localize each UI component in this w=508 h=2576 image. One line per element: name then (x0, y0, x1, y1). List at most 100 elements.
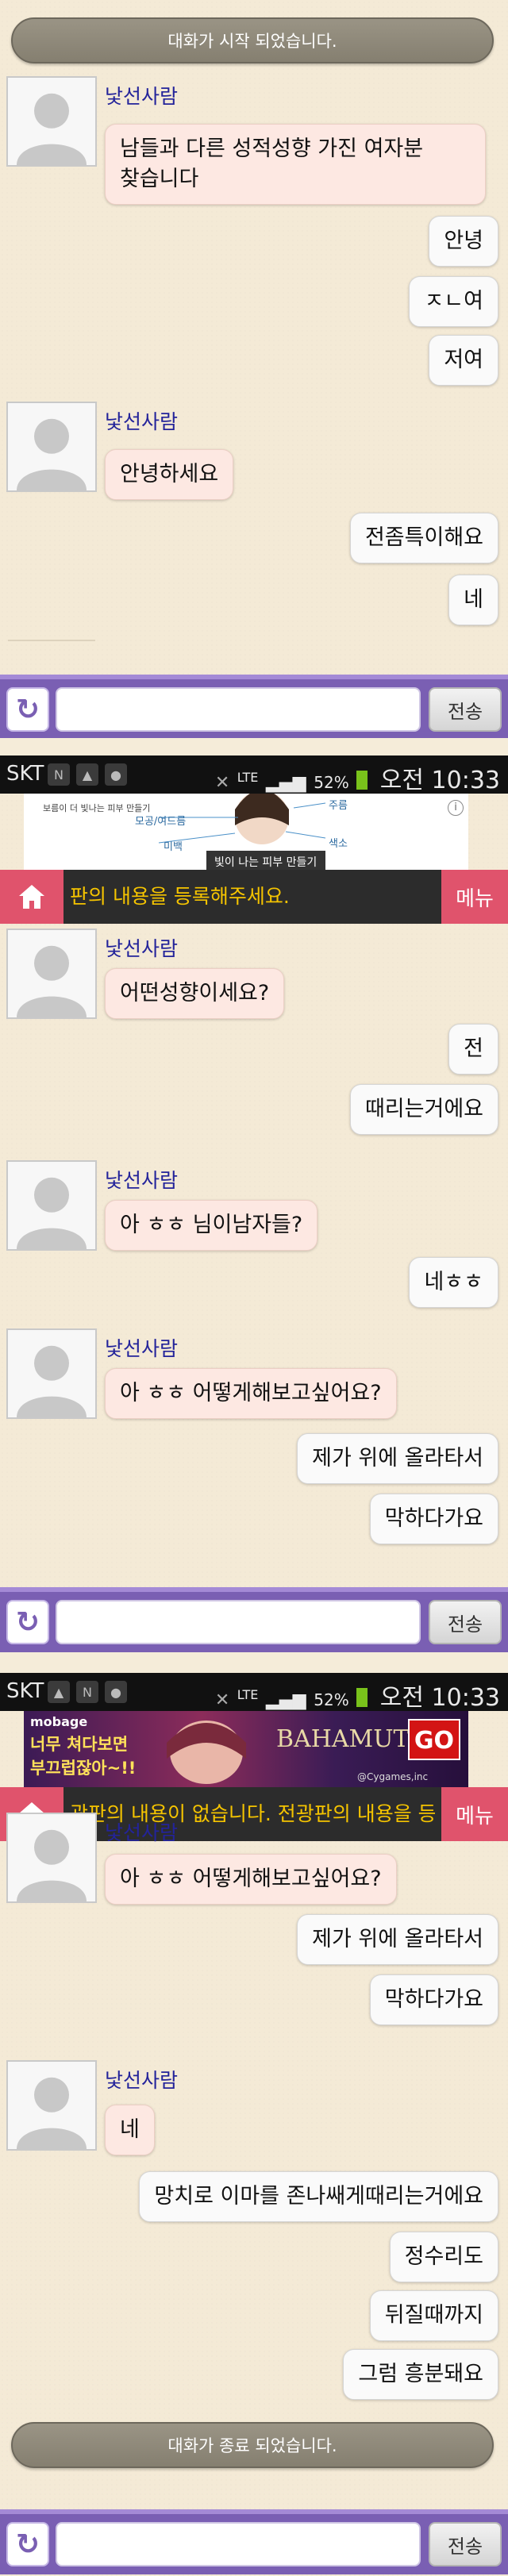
notice-bar: 판의 내용을 등록해주세요. 메뉴 (0, 870, 508, 924)
message-bubble-incoming: 네 (105, 2105, 155, 2155)
message-bubble-outgoing: 막하다가요 (369, 1494, 498, 1544)
default-user-icon (17, 945, 87, 1017)
ad-go-button[interactable]: GO (408, 1719, 460, 1760)
message-bubble-incoming: 안녕하세요 (105, 449, 234, 500)
message-bubble-outgoing: 안녕 (429, 216, 498, 267)
message-bubble-outgoing: 전 (448, 1024, 498, 1075)
network-label: LTE (237, 1687, 259, 1702)
ad-logo: BAHAMUT (276, 1725, 410, 1753)
battery-icon (356, 771, 368, 790)
screenshot-gap (0, 1652, 508, 1673)
sender-name: 낯선사람 (105, 2069, 179, 2092)
status-right: ✕ LTE ▂▄▆ 52% 오전 10:33 (215, 760, 500, 795)
message-bubble-outgoing: 전좀특이해요 (349, 513, 498, 563)
sender-name: 낯선사람 (105, 85, 179, 108)
message-input[interactable] (56, 2522, 421, 2566)
message-bubble-outgoing: 망치로 이마를 존나쌔게때리는거에요 (139, 2171, 498, 2222)
message-bubble-outgoing: 제가 위에 올라타서 (297, 1433, 498, 1484)
message-bubble-outgoing: 제가 위에 올라타서 (297, 1914, 498, 1965)
ad-label: 모공/여드름 (135, 816, 187, 828)
default-user-icon (17, 2077, 87, 2149)
naver-icon: N (76, 1681, 98, 1703)
refresh-button[interactable]: ↻ (6, 2522, 49, 2566)
message-text: 남들과 다른 성적성향 가진 여자분 (120, 136, 424, 161)
ad-label: 미백 (164, 841, 183, 853)
status-right: ✕ LTE ▂▄▆ 52% 오전 10:33 (215, 1678, 500, 1713)
network-label: LTE (237, 770, 259, 785)
chat-ended-notice: 대화가 종료 되었습니다. (11, 2422, 494, 2468)
send-button[interactable]: 전송 (429, 687, 502, 732)
sender-name: 낯선사람 (105, 410, 179, 433)
message-bubble-incoming: 아 ㅎㅎ 어떻게해보고싶어요? (105, 1854, 397, 1905)
ad-character-image (167, 1721, 246, 1784)
ad-banner[interactable]: 보름이 더 빛나는 피부 만들기 모공/여드름 주름 미백 색소 빛이 나는 피… (24, 794, 468, 870)
avatar (6, 76, 97, 167)
message-input-bar: ↻ 전송 (0, 2509, 508, 2574)
ad-brand: mobage (30, 1714, 88, 1729)
naver-icon: N (48, 763, 70, 786)
sender-name: 낯선사람 (105, 1337, 179, 1360)
ad-banner[interactable]: mobage 너무 쳐다보면 부끄럽잖아~!! BAHAMUT @Cygames… (24, 1711, 468, 1787)
message-bubble-incoming: 아 ㅎㅎ 어떻게해보고싶어요? (105, 1368, 397, 1419)
sender-name: 낯선사람 (105, 1169, 179, 1192)
lock-icon: ● (105, 763, 127, 786)
gallery-icon: ▲ (48, 1681, 70, 1703)
send-button[interactable]: 전송 (429, 1600, 502, 1644)
menu-button[interactable]: 메뉴 (441, 1787, 508, 1841)
default-user-icon (17, 1345, 87, 1417)
message-bubble-outgoing: 때리는거에요 (349, 1084, 498, 1135)
mute-icon: ✕ (214, 773, 230, 793)
notice-ticker: 판의 내용을 등록해주세요. (70, 885, 290, 908)
avatar (6, 402, 97, 492)
home-button[interactable] (0, 870, 64, 924)
default-user-icon (17, 1829, 87, 1901)
avatar (6, 929, 97, 1019)
message-bubble-outgoing: 막하다가요 (369, 1974, 498, 2025)
message-bubble-outgoing: 정수리도 (389, 2232, 498, 2282)
message-bubble-incoming: 남들과 다른 성적성향 가진 여자분 찾습니다 (105, 124, 486, 205)
divider (8, 640, 95, 641)
message-bubble-outgoing: 그럼 흥분돼요 (343, 2349, 498, 2400)
send-button[interactable]: 전송 (429, 2522, 502, 2566)
refresh-button[interactable]: ↻ (6, 687, 49, 732)
chat-started-notice: 대화가 시작 되었습니다. (11, 17, 494, 63)
carrier-label: SKT (6, 762, 44, 786)
avatar (6, 2060, 97, 2151)
avatar (6, 1328, 97, 1419)
clock: 오전 10:33 (379, 1684, 500, 1712)
message-input[interactable] (56, 687, 421, 732)
ad-info-icon[interactable]: i (448, 800, 464, 816)
message-input[interactable] (56, 1600, 421, 1644)
message-bubble-outgoing: ㅈㄴ여 (409, 276, 498, 327)
battery-percent: 52% (314, 1690, 349, 1709)
message-bubble-outgoing: 뒤질때까지 (369, 2290, 498, 2341)
avatar (6, 1813, 97, 1903)
signal-icon: ▂▄▆ (265, 1690, 306, 1710)
message-bubble-outgoing: 저여 (429, 335, 498, 386)
lock-icon: ● (105, 1681, 127, 1703)
battery-icon (356, 1688, 368, 1707)
home-icon (19, 885, 44, 909)
default-user-icon (17, 418, 87, 490)
ad-caption: 빛이 나는 피부 만들기 (214, 856, 318, 869)
mute-icon: ✕ (214, 1690, 230, 1710)
message-bubble-outgoing: 네ㅎㅎ (409, 1257, 498, 1308)
ad-label: 색소 (329, 838, 348, 850)
carrier-label: SKT (6, 1679, 44, 1703)
message-bubble-incoming: 아 ㅎㅎ 님이남자들? (105, 1200, 318, 1251)
screenshot-gap (0, 738, 508, 755)
status-bar: SKT N ▲ ● ✕ LTE ▂▄▆ 52% 오전 10:33 (0, 755, 508, 794)
message-input-bar: ↻ 전송 (0, 1587, 508, 1652)
ad-copyright: @Cygames,inc (357, 1771, 429, 1782)
chat-panel-2: SKT N ▲ ● ✕ LTE ▂▄▆ 52% 오전 10:33 보름이 더 빛… (0, 755, 508, 1652)
menu-button[interactable]: 메뉴 (441, 870, 508, 924)
sender-name: 낯선사람 (105, 937, 179, 960)
chat-panel-3: SKT ▲ N ● ✕ LTE ▂▄▆ 52% 오전 10:33 mobage … (0, 1673, 508, 2576)
message-text: 찾습니다 (120, 167, 199, 191)
gallery-icon: ▲ (76, 763, 98, 786)
default-user-icon (17, 93, 87, 165)
signal-icon: ▂▄▆ (265, 773, 306, 793)
message-bubble-incoming: 어떤성향이세요? (105, 968, 285, 1019)
refresh-button[interactable]: ↻ (6, 1600, 49, 1644)
battery-percent: 52% (314, 773, 349, 792)
